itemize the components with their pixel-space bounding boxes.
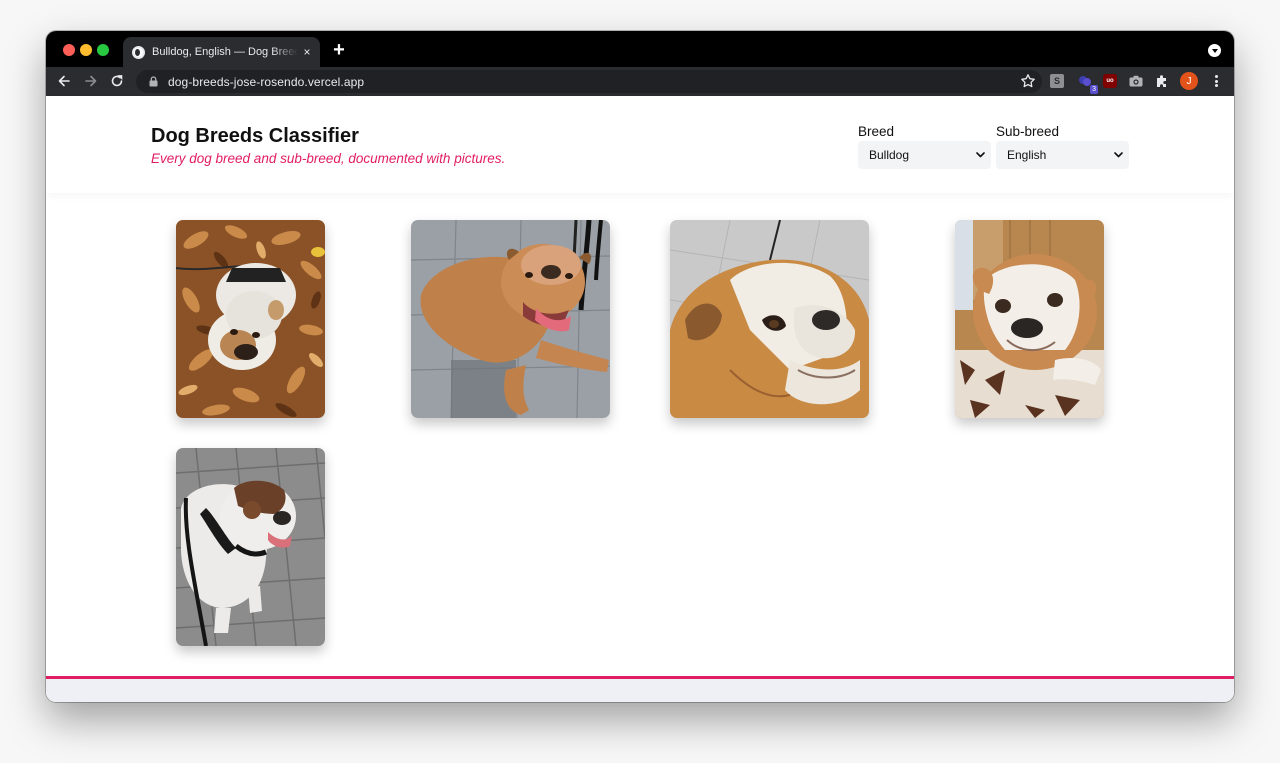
reload-icon[interactable] [107,71,127,91]
site-header: Dog Breeds Classifier Every dog breed an… [46,96,1234,193]
bulldog-photo-2[interactable] [411,220,610,418]
bulldog-photo-5[interactable] [176,448,325,646]
ublock-label: uo [1106,78,1114,84]
subbreed-field: Sub-breed English [996,124,1129,169]
ublock-icon[interactable]: uo [1103,74,1117,88]
tab-title: Bulldog, English — Dog Breeds Classifier [152,46,298,58]
breed-field: Breed Bulldog [858,124,991,169]
minimize-window-button[interactable] [80,44,92,56]
breed-select[interactable]: Bulldog [858,141,991,169]
bookmark-star-icon[interactable] [1020,73,1036,89]
chevron-down-icon [975,150,985,160]
extension-s-icon[interactable]: S [1050,74,1064,88]
tab-favicon-icon [132,45,145,59]
close-window-button[interactable] [63,44,75,56]
bulldog-photo-3[interactable] [670,220,869,418]
breed-select-value: Bulldog [869,148,910,162]
forward-icon[interactable] [81,71,101,91]
extension-badge: 3 [1090,85,1098,94]
url-text: dog-breeds-jose-rosendo.vercel.app [168,74,365,89]
lock-icon[interactable] [146,75,160,89]
page-content: Dog Breeds Classifier Every dog breed an… [46,96,1234,702]
subbreed-select[interactable]: English [996,141,1129,169]
browser-toolbar: dog-breeds-jose-rosendo.vercel.app S 3 u… [46,67,1234,96]
subbreed-label: Sub-breed [996,124,1060,139]
page-subtitle: Every dog breed and sub-breed, documente… [151,151,506,166]
browser-window: Bulldog, English — Dog Breeds Classifier… [46,31,1234,702]
page-footer [46,679,1234,702]
tab-strip: Bulldog, English — Dog Breeds Classifier… [46,31,1234,67]
browser-tab[interactable]: Bulldog, English — Dog Breeds Classifier… [123,37,320,67]
subbreed-select-value: English [1007,148,1047,162]
extension-s-label: S [1053,76,1060,86]
breed-label: Breed [858,124,895,139]
bulldog-photo-4[interactable] [955,220,1104,418]
extensions-puzzle-icon[interactable] [1155,74,1169,88]
chevron-down-icon [1113,150,1123,160]
browser-menu-icon[interactable] [1209,74,1223,88]
tab-search-icon[interactable] [1208,44,1221,57]
new-tab-button[interactable]: + [329,38,349,62]
address-bar[interactable]: dog-breeds-jose-rosendo.vercel.app [136,70,1042,93]
page-title: Dog Breeds Classifier [151,125,359,147]
bulldog-photo-1[interactable] [176,220,325,418]
tab-close-icon[interactable]: × [302,45,312,59]
back-icon[interactable] [54,71,74,91]
extension-purple-icon[interactable]: 3 [1078,74,1098,94]
profile-avatar[interactable]: J [1180,72,1198,90]
maximize-window-button[interactable] [97,44,109,56]
camera-icon[interactable] [1129,74,1143,88]
